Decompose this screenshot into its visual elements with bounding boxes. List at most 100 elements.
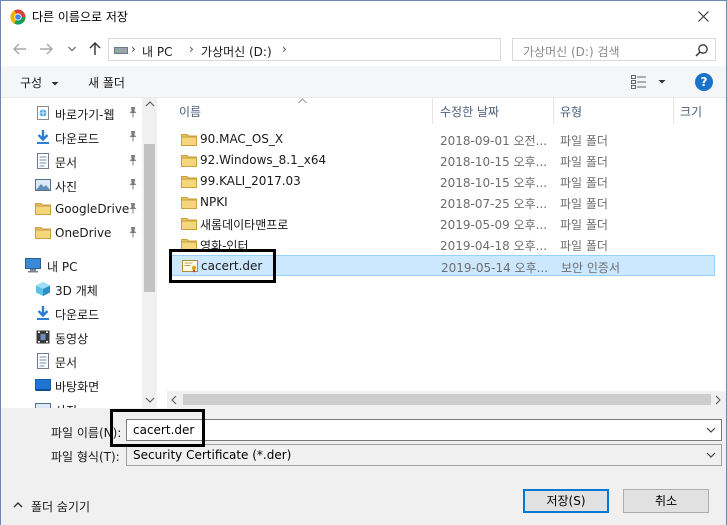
file-modified-date: 2018-10-15 오후... [440,155,548,169]
file-name: 92.Windows_8.1_x64 [200,153,327,167]
column-header-type[interactable]: 유형 [560,103,582,129]
filename-input[interactable]: cacert.der [126,419,722,441]
3d-objects-icon [35,281,51,297]
column-header-size[interactable]: 크기 [680,103,702,129]
folder-icon [35,225,51,241]
nav-item-1[interactable]: 다운로드 [1,126,141,148]
video-icon [35,329,51,345]
file-row[interactable]: NPKI 2018-07-25 오후... 파일 폴더 [171,192,715,213]
nav-item-label: OneDrive [55,226,112,240]
horizontal-scroll-thumb[interactable] [183,394,711,405]
recent-locations-button[interactable] [62,40,82,58]
scroll-left-icon[interactable] [170,395,178,405]
nav-item-3[interactable]: 사진 [1,174,141,196]
address-bar[interactable]: › 내 PC › 가상머신 (D:) › [108,38,604,61]
search-placeholder: 가상머신 (D:) 검색 [523,45,620,59]
column-header-name[interactable]: 이름 [179,103,201,129]
nav-item-9[interactable]: 동영상 [1,326,141,348]
filetype-value: Security Certificate (*.der) [133,448,292,462]
organize-button[interactable]: 구성 [20,74,59,91]
file-type: 파일 폴더 [560,155,608,169]
sort-ascending-icon [298,98,307,104]
computer-icon [25,257,41,273]
up-button[interactable] [85,40,105,58]
filetype-select[interactable]: Security Certificate (*.der) [126,444,722,466]
chevron-down-icon [51,81,59,85]
scroll-up-icon[interactable] [145,100,155,108]
file-row[interactable]: 99.KALI_2017.03 2018-10-15 오후... 파일 폴더 [171,171,715,192]
help-button[interactable]: ? [695,73,713,91]
pin-icon [128,202,138,214]
nav-item-label: 내 PC [47,260,78,274]
breadcrumb-this-pc[interactable]: 내 PC [142,43,172,60]
file-modified-date: 2018-10-15 오후... [440,176,548,190]
annotation-box-filename [110,409,205,447]
folder-icon [181,216,197,230]
folder-icon [181,153,197,167]
column-header-modified[interactable]: 수정한 날짜 [440,103,499,129]
download-icon [35,129,51,145]
close-button[interactable] [680,1,726,32]
nav-item-label: 사진 [55,180,78,194]
filetype-label: 파일 형식(T): [51,450,120,464]
nav-item-12[interactable]: 사진 [1,398,141,408]
drive-icon [114,47,128,54]
nav-item-2[interactable]: 문서 [1,150,141,172]
file-modified-date: 2019-05-09 오후... [440,218,548,232]
file-row[interactable]: 90.MAC_OS_X 2018-09-01 오전... 파일 폴더 [171,129,715,150]
scroll-down-icon[interactable] [145,396,155,404]
web-shortcut-icon [35,105,51,121]
nav-item-6[interactable]: 내 PC [1,254,141,276]
scroll-right-icon[interactable] [714,395,722,405]
forward-arrow-icon [40,43,53,55]
chrome-icon [10,9,26,25]
chevron-down-icon[interactable] [706,425,716,435]
nav-item-label: 동영상 [55,332,89,346]
desktop-icon [35,377,51,393]
nav-item-label: GoogleDrive [55,202,130,216]
file-type: 파일 폴더 [560,218,608,232]
cancel-button[interactable]: 취소 [623,489,709,513]
title-bar: 다른 이름으로 저장 [1,1,726,32]
file-modified-date: 2018-07-25 오후... [440,197,548,211]
download-icon [35,305,51,321]
save-button[interactable]: 저장(S) [523,489,609,513]
breadcrumb-drive-d[interactable]: 가상머신 (D:) [201,43,272,60]
nav-item-label: 3D 개체 [55,284,98,298]
help-icon: ? [700,75,708,89]
pin-icon [128,130,138,142]
nav-item-10[interactable]: 문서 [1,350,141,372]
hide-folders-toggle[interactable]: 폴더 숨기기 [13,497,103,514]
navigation-pane-scroll-thumb[interactable] [144,144,155,292]
nav-item-label: 바로가기-웹 [55,108,115,122]
pin-icon [128,178,138,190]
nav-item-4[interactable]: GoogleDrive [1,198,141,220]
back-button[interactable] [10,40,30,58]
search-input[interactable]: 가상머신 (D:) 검색 [512,38,716,61]
nav-item-label: 문서 [55,156,78,170]
file-type: 파일 폴더 [560,239,608,253]
nav-item-5[interactable]: OneDrive [1,222,141,244]
file-type: 파일 폴더 [560,134,608,148]
file-row[interactable]: 새롬데이타맨프로 2019-05-09 오후... 파일 폴더 [171,213,715,234]
save-as-dialog: 다른 이름으로 저장 › 내 PC › 가상머신 (D:) › 가상머신 (D:… [0,0,727,525]
file-type: 파일 폴더 [560,176,608,190]
nav-item-11[interactable]: 바탕화면 [1,374,141,396]
file-modified-date: 2019-04-18 오후... [440,239,548,253]
nav-item-7[interactable]: 3D 개체 [1,278,141,300]
navigation-row: › 내 PC › 가상머신 (D:) › 가상머신 (D:) 검색 [1,32,726,66]
folder-icon [181,132,197,146]
file-row[interactable]: 92.Windows_8.1_x64 2018-10-15 오후... 파일 폴더 [171,150,715,171]
nav-item-label: 바탕화면 [55,380,100,394]
up-arrow-icon [89,42,101,55]
chevron-down-icon [706,452,716,458]
chevron-up-icon [13,502,23,508]
new-folder-button[interactable]: 새 폴더 [88,74,125,91]
forward-button[interactable] [36,40,56,58]
nav-item-0[interactable]: 바로가기-웹 [1,102,141,124]
pin-icon [128,106,138,118]
nav-item-8[interactable]: 다운로드 [1,302,141,324]
picture-icon [35,177,51,193]
chevron-down-icon [658,80,666,84]
view-options-button[interactable] [631,74,671,90]
